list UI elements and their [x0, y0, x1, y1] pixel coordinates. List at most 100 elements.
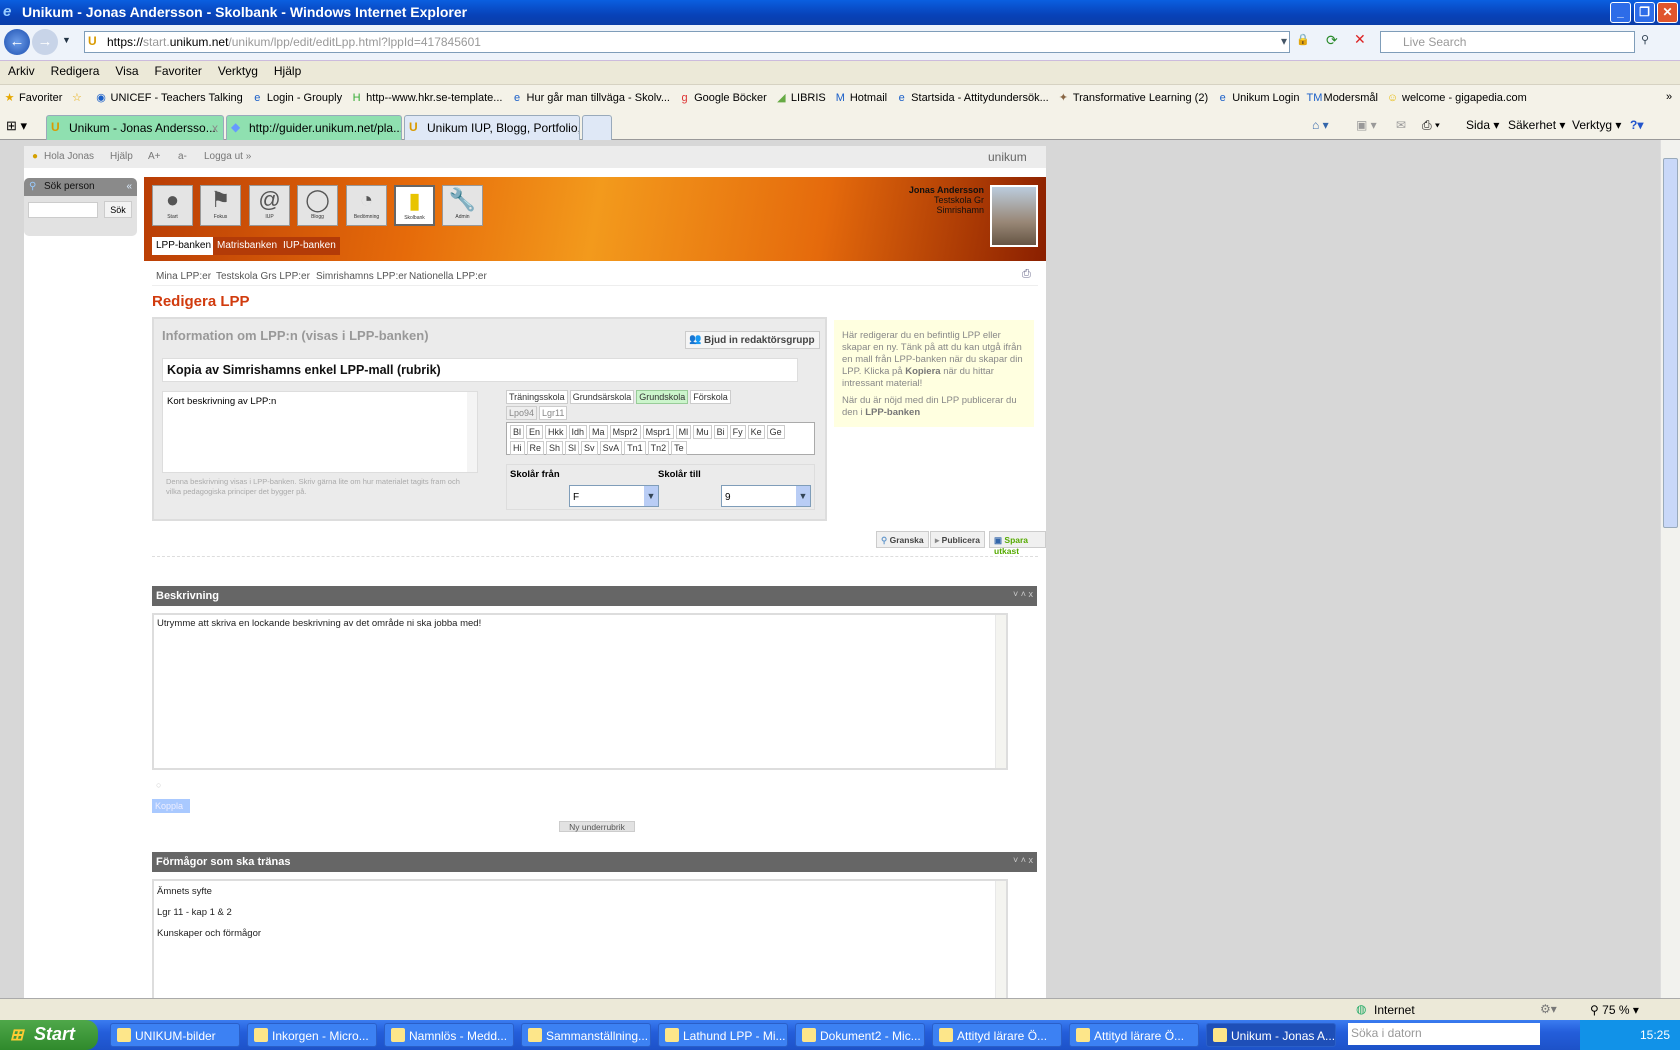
menu-verktyg[interactable]: Verktyg [210, 61, 266, 78]
school-form-chip[interactable]: Förskola [690, 390, 731, 404]
new-tab-button[interactable] [582, 115, 612, 140]
curriculum-tab[interactable]: Lgr11 [539, 406, 568, 420]
textarea-scrollbar[interactable] [467, 392, 477, 472]
forward-button[interactable]: → [32, 29, 58, 55]
radio-button[interactable]: ○ [156, 780, 161, 790]
subject-chip[interactable]: Bi [713, 425, 728, 439]
subject-chip[interactable]: Ml [675, 425, 692, 439]
subnav-mina[interactable]: Mina LPP:er [156, 271, 211, 282]
live-search-input[interactable]: Live Search [1380, 31, 1635, 53]
publish-button[interactable]: ▸ Publicera [930, 531, 985, 548]
scrollbar-thumb[interactable] [1663, 158, 1678, 528]
tab-iup-banken[interactable]: IUP-banken [279, 237, 340, 255]
subject-chip[interactable]: Bl [510, 425, 525, 439]
subject-chip[interactable]: Tn1 [624, 441, 646, 455]
browser-tab-active[interactable]: U Unikum - Jonas Andersso... x [46, 115, 224, 140]
favorite-link[interactable]: Hhttp--www.hkr.se-template... [347, 86, 504, 104]
subject-chip[interactable]: Ma [589, 425, 608, 439]
connect-button[interactable]: Koppla [152, 799, 190, 813]
new-subheading-button[interactable]: Ny underrubrik [559, 821, 635, 832]
favorite-link[interactable]: M Hotmail [831, 86, 889, 104]
add-favorite-icon[interactable]: ☆ [67, 85, 88, 104]
collapse-icon[interactable]: « [126, 181, 132, 192]
menu-favoriter[interactable]: Favoriter [147, 61, 210, 78]
subject-chip[interactable]: Sh [546, 441, 564, 455]
taskbar-item[interactable]: Unikum - Jonas A... [1206, 1023, 1336, 1047]
textarea-scrollbar[interactable] [995, 615, 1006, 768]
print-icon[interactable]: ⎙ ▾ [1422, 118, 1440, 133]
school-form-chip-selected[interactable]: Grundskola [636, 390, 689, 404]
quick-tabs-icon[interactable]: ⊞ ▾ [6, 118, 27, 134]
help-link[interactable]: Hjälp [110, 151, 133, 162]
logout-link[interactable]: Logga ut » [204, 151, 251, 162]
subject-chip[interactable]: Te [671, 441, 687, 455]
home-icon[interactable]: ⌂ ▾ [1312, 118, 1329, 132]
menu-redigera[interactable]: Redigera [43, 61, 108, 78]
close-button[interactable]: ✕ [1657, 2, 1678, 23]
favorite-link[interactable]: e Unikum Login [1213, 86, 1301, 104]
favorite-link[interactable]: e Login - Grouply [248, 86, 344, 104]
favorite-link[interactable]: ☺ welcome - gigapedia.com [1383, 86, 1529, 104]
curriculum-tab[interactable]: Lpo94 [506, 406, 538, 420]
start-button[interactable]: ⊞ Start [0, 1020, 98, 1050]
subject-chip[interactable]: Sl [565, 441, 580, 455]
invite-editors-button[interactable]: 👥 Bjud in redaktörsgrupp [685, 331, 820, 349]
taskbar-item[interactable]: Attityd lärare Ö... [932, 1023, 1062, 1047]
abilities-textarea[interactable]: Ämnets syfte Lgr 11 - kap 1 & 2 Kunskaper … [152, 879, 1008, 998]
favorite-link[interactable]: ◉ UNICEF - Teachers Talking [92, 85, 245, 104]
favorite-link[interactable]: e Startsida - Attitydundersök... [892, 86, 1051, 104]
address-dropdown-icon[interactable]: ▾ [1281, 34, 1287, 48]
font-larger-link[interactable]: A+ [148, 151, 161, 162]
nav-start[interactable]: ● Start [152, 185, 193, 226]
subject-chip[interactable]: Hi [510, 441, 525, 455]
subject-chip[interactable]: Tn2 [647, 441, 670, 455]
favorites-button[interactable]: ★ Favoriter [0, 85, 64, 104]
subject-chip[interactable]: Mspr2 [609, 425, 641, 439]
help-icon[interactable]: ?▾ [1630, 118, 1643, 132]
nav-blogg[interactable]: ◯ Blogg [297, 185, 338, 226]
description-textarea[interactable]: Utrymme att skriva en lockande beskrivni… [152, 613, 1008, 770]
menu-arkiv[interactable]: Arkiv [0, 61, 43, 78]
short-description-textarea[interactable]: Kort beskrivning av LPP:n [162, 391, 478, 473]
taskbar-item[interactable]: Inkorgen - Micro... [247, 1023, 377, 1047]
nav-skolbank[interactable]: ▮ Skolbank [394, 185, 435, 226]
subject-chip[interactable]: Fy [729, 425, 746, 439]
desktop-search-input[interactable]: Söka i datorn [1348, 1023, 1540, 1045]
section-controls-icon[interactable]: ˅ ˄ x [1013, 855, 1033, 865]
refresh-icon[interactable]: ⟳ [1326, 32, 1338, 49]
font-smaller-link[interactable]: a- [178, 151, 187, 162]
nav-admin[interactable]: 🔧 Admin [442, 185, 483, 226]
subnav-simrishamn[interactable]: Simrishamns LPP:er [316, 271, 407, 282]
browser-tab[interactable]: ◆ http://guider.unikum.net/pla... [226, 115, 402, 140]
favorite-link[interactable]: ◢ LIBRIS [772, 85, 828, 104]
subject-chip[interactable]: Mu [693, 425, 712, 439]
textarea-scrollbar[interactable] [995, 881, 1006, 998]
tab-matrisbanken[interactable]: Matrisbanken [213, 237, 282, 255]
nav-iup[interactable]: @ IUP [249, 185, 290, 226]
rubric-input[interactable]: Kopia av Simrishamns enkel LPP-mall (rub… [162, 358, 798, 382]
address-input[interactable]: U https://start.unikum.net/unikum/lpp/ed… [84, 31, 1290, 53]
taskbar-item[interactable]: Dokument2 - Mic... [795, 1023, 925, 1047]
school-form-chip[interactable]: Grundsärskola [569, 390, 635, 404]
year-to-select[interactable]: 9 ▼ [721, 485, 811, 507]
subnav-testskola[interactable]: Testskola Grs LPP:er [216, 271, 310, 282]
taskbar-item[interactable]: Namnlös - Medd... [384, 1023, 514, 1047]
lock-icon[interactable]: 🔒 [1296, 33, 1310, 46]
tab-lpp-banken[interactable]: LPP-banken [152, 237, 216, 255]
safety-menu[interactable]: Säkerhet ▾ [1508, 118, 1565, 132]
save-draft-button[interactable]: ▣ Spara utkast [989, 531, 1046, 556]
subject-chip[interactable]: Ke [747, 425, 765, 439]
maximize-button[interactable]: ❐ [1634, 2, 1655, 23]
section-controls-icon[interactable]: ˅ ˄ x [1013, 589, 1033, 599]
subnav-nationella[interactable]: Nationella LPP:er [409, 271, 487, 282]
taskbar-item[interactable]: Attityd lärare Ö... [1069, 1023, 1199, 1047]
history-dropdown-icon[interactable]: ▼ [62, 35, 71, 45]
favorite-link[interactable]: g Google Böcker [675, 86, 769, 104]
search-person-input[interactable] [28, 202, 98, 218]
tools-menu[interactable]: Verktyg ▾ [1572, 118, 1621, 132]
subject-chip[interactable]: SvA [599, 441, 623, 455]
taskbar-item[interactable]: Lathund LPP - Mi... [658, 1023, 788, 1047]
more-favorites-chevron-icon[interactable]: » [1664, 85, 1674, 103]
search-icon[interactable]: ⚲ [1641, 33, 1649, 46]
nav-bedomning[interactable]: ◔ Bedömning [346, 185, 387, 226]
